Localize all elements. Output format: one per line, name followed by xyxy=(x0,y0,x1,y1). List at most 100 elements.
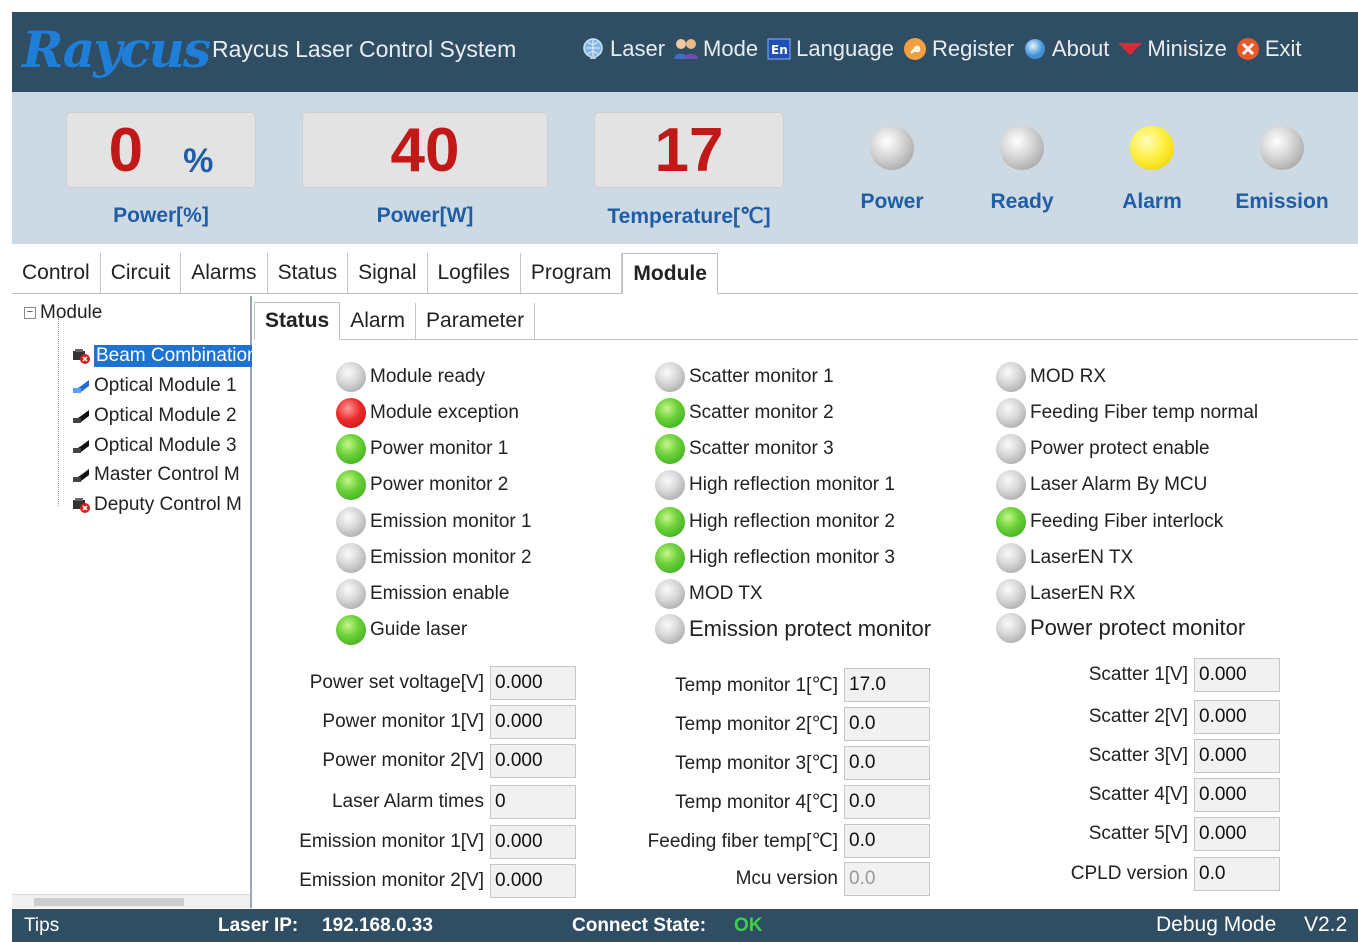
indicator-scatter-monitor-1: Scatter monitor 1 xyxy=(655,362,834,392)
scatter-4-input[interactable] xyxy=(1194,778,1280,812)
menu-register[interactable]: Register xyxy=(902,36,1014,62)
collapse-icon[interactable]: − xyxy=(24,307,36,319)
power-set-voltage-input[interactable] xyxy=(490,666,576,700)
indicator-label: MOD TX xyxy=(689,583,763,604)
tree-item-beam-combination[interactable]: Beam Combination xyxy=(70,342,252,370)
indicator-label: Scatter monitor 3 xyxy=(689,438,834,459)
temp-monitor-1-input[interactable] xyxy=(844,668,930,702)
indicator-label: Scatter monitor 2 xyxy=(689,402,834,423)
readout-panel: 0 % Power[%] 40 Power[W] 17 Temperature[… xyxy=(12,92,1358,244)
scatter-2-input[interactable] xyxy=(1194,700,1280,734)
status-led xyxy=(996,434,1026,464)
tree-item-deputy-control[interactable]: Deputy Control M xyxy=(70,491,252,519)
status-led xyxy=(655,579,685,609)
raycus-logo: Raycus xyxy=(22,20,211,79)
scatter-3-input[interactable] xyxy=(1194,739,1280,773)
debug-mode-label: Debug Mode xyxy=(1156,913,1277,936)
main-tabs: Control Circuit Alarms Status Signal Log… xyxy=(12,252,1358,294)
temp-monitor-2-input[interactable] xyxy=(844,707,930,741)
subtab-status[interactable]: Status xyxy=(254,302,341,340)
indicator-label: Laser Alarm By MCU xyxy=(1030,474,1208,495)
tab-program[interactable]: Program xyxy=(521,253,623,293)
tree-item-master-control[interactable]: Master Control M xyxy=(70,461,252,489)
status-led xyxy=(336,543,366,573)
field-label: Scatter 1[V] xyxy=(1088,664,1188,685)
field-label: Feeding fiber temp[℃] xyxy=(647,830,838,852)
menu-laser[interactable]: Laser xyxy=(580,36,665,62)
power-monitor-1-input[interactable] xyxy=(490,705,576,739)
tree-item-optical-module-1[interactable]: Optical Module 1 xyxy=(70,372,252,400)
feeding-fiber-temp-input[interactable] xyxy=(844,824,930,858)
indicator-label: High reflection monitor 2 xyxy=(689,511,895,532)
tree-item-optical-module-2[interactable]: Optical Module 2 xyxy=(70,402,252,430)
tree-connector xyxy=(58,318,59,506)
scatter-1-input[interactable] xyxy=(1194,658,1280,692)
tab-module[interactable]: Module xyxy=(622,253,718,294)
tab-alarms[interactable]: Alarms xyxy=(181,253,268,293)
indicator-label: Power protect enable xyxy=(1030,438,1210,459)
field-label: Emission monitor 1[V] xyxy=(299,831,484,852)
scrollbar-thumb[interactable] xyxy=(34,898,184,906)
tab-signal[interactable]: Signal xyxy=(348,253,428,293)
indicator-label: Feeding Fiber interlock xyxy=(1030,511,1224,532)
field-label: Mcu version xyxy=(735,868,838,889)
laser-ip-label: Laser IP: xyxy=(218,915,299,936)
subtab-parameter[interactable]: Parameter xyxy=(416,303,536,339)
tab-circuit[interactable]: Circuit xyxy=(101,253,182,293)
module-black-icon xyxy=(73,440,89,453)
cpld-version-input[interactable] xyxy=(1194,857,1280,891)
tree-root-label: Module xyxy=(40,302,103,323)
alarm-lamp xyxy=(1130,126,1174,170)
field-temp-monitor-3: Temp monitor 3[℃] xyxy=(612,746,930,780)
tree-item-label: Optical Module 3 xyxy=(94,435,237,456)
subtab-alarm[interactable]: Alarm xyxy=(340,303,417,339)
tree-item-label: Optical Module 2 xyxy=(94,405,237,426)
indicator-high-reflection-3: High reflection monitor 3 xyxy=(655,543,895,573)
users-mode-icon xyxy=(673,37,699,61)
app-window: Raycus Raycus Laser Control System Laser… xyxy=(12,12,1358,942)
menu-mode[interactable]: Mode xyxy=(673,36,758,62)
tree-item-optical-module-3[interactable]: Optical Module 3 xyxy=(70,432,252,460)
indicator-label: Emission monitor 1 xyxy=(370,511,532,532)
menu-exit[interactable]: Exit xyxy=(1235,36,1302,62)
tab-logfiles[interactable]: Logfiles xyxy=(428,253,521,293)
field-label: Power monitor 2[V] xyxy=(322,750,484,771)
menu-register-label: Register xyxy=(931,36,1014,61)
status-led xyxy=(336,362,366,392)
temp-monitor-4-input[interactable] xyxy=(844,785,930,819)
indicator-laseren-rx: LaserEN RX xyxy=(996,579,1136,609)
scatter-5-input[interactable] xyxy=(1194,817,1280,851)
field-label: Temp monitor 2[℃] xyxy=(675,713,838,735)
temp-monitor-3-input[interactable] xyxy=(844,746,930,780)
menu-mode-label: Mode xyxy=(703,36,759,61)
power-monitor-2-input[interactable] xyxy=(490,744,576,778)
svg-text:En: En xyxy=(771,43,788,57)
emission-monitor-1-input[interactable] xyxy=(490,825,576,859)
laser-alarm-times-input[interactable] xyxy=(490,785,576,819)
emission-monitor-2-input[interactable] xyxy=(490,864,576,898)
module-error-icon xyxy=(73,349,90,364)
status-led xyxy=(655,543,685,573)
temperature-value: 17 xyxy=(654,115,724,185)
menu-minisize[interactable]: Minisize xyxy=(1117,36,1227,62)
module-blue-icon xyxy=(73,380,89,393)
tree-root-module[interactable]: − Module xyxy=(24,302,102,324)
tab-control[interactable]: Control xyxy=(12,253,101,293)
field-cpld-version: CPLD version xyxy=(1012,857,1280,891)
tree-item-label: Beam Combination xyxy=(94,345,252,367)
menu-about[interactable]: About xyxy=(1022,36,1109,62)
module-black-icon xyxy=(73,410,89,423)
indicator-emission-protect-monitor: Emission protect monitor xyxy=(655,614,931,644)
status-led xyxy=(336,434,366,464)
field-emission-monitor-1: Emission monitor 1[V] xyxy=(262,825,576,859)
tree-horizontal-scrollbar[interactable] xyxy=(12,894,250,908)
module-error-icon xyxy=(73,498,90,513)
tab-status[interactable]: Status xyxy=(268,253,349,293)
menu-language[interactable]: En Language xyxy=(766,36,894,62)
field-label: Scatter 3[V] xyxy=(1088,745,1188,766)
field-mcu-version: Mcu version xyxy=(612,862,930,896)
indicator-feeding-fiber-temp-normal: Feeding Fiber temp normal xyxy=(996,398,1258,428)
status-led xyxy=(655,614,685,644)
indicator-feeding-fiber-interlock: Feeding Fiber interlock xyxy=(996,507,1223,537)
mcu-version-input[interactable] xyxy=(844,862,930,896)
